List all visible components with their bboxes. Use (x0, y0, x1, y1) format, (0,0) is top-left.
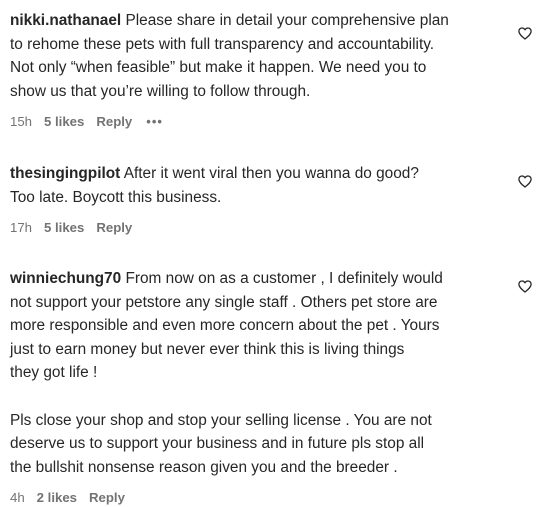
comment-likes-count[interactable]: 5 likes (44, 114, 84, 129)
comment-timestamp[interactable]: 15h (10, 114, 32, 129)
comment-meta: 15h 5 likes Reply ••• (10, 111, 510, 131)
like-heart-icon[interactable] (518, 280, 532, 293)
comment-meta: 4h 2 likes Reply (10, 487, 510, 507)
comment-username[interactable]: thesingingpilot (10, 165, 120, 182)
like-heart-icon[interactable] (518, 175, 532, 188)
comment-meta: 17h 5 likes Reply (10, 217, 510, 237)
comment-username[interactable]: winniechung70 (10, 270, 121, 287)
comment-item: nikki.nathanael Please share in detail y… (10, 9, 510, 131)
comment-likes-count[interactable]: 5 likes (44, 220, 84, 235)
reply-button[interactable]: Reply (96, 114, 132, 129)
comment-text: winniechung70 From now on as a customer … (10, 267, 510, 479)
more-options-icon[interactable]: ••• (146, 114, 163, 129)
comment-text: thesingingpilot After it went viral then… (10, 162, 510, 209)
like-heart-icon[interactable] (518, 27, 532, 40)
comment-text: nikki.nathanael Please share in detail y… (10, 9, 510, 103)
comment-item: winniechung70 From now on as a customer … (10, 267, 510, 507)
comment-item: thesingingpilot After it went viral then… (10, 162, 510, 237)
comment-body: From now on as a customer , I definitely… (10, 270, 443, 476)
reply-button[interactable]: Reply (96, 220, 132, 235)
comment-timestamp[interactable]: 17h (10, 220, 32, 235)
comment-username[interactable]: nikki.nathanael (10, 12, 121, 29)
